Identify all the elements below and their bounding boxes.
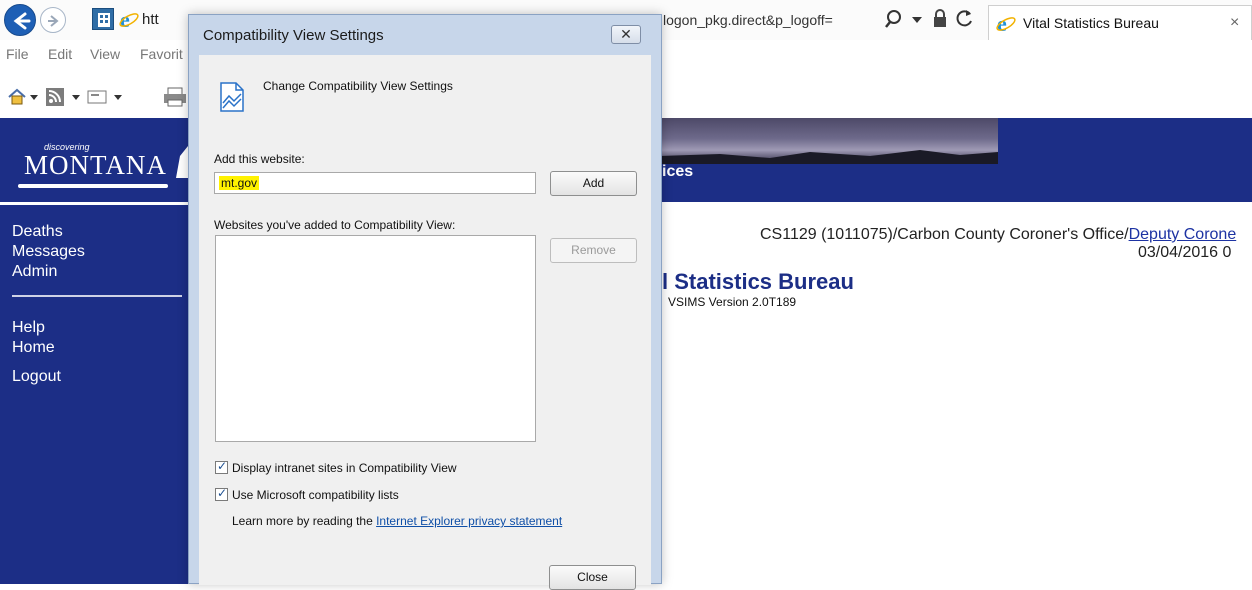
nav-messages[interactable]: Messages (12, 243, 85, 261)
dialog-body: Change Compatibility View Settings Add t… (199, 55, 651, 590)
add-website-value: mt.gov (219, 176, 260, 190)
mail-icon[interactable] (86, 87, 108, 107)
menu-file[interactable]: File (6, 46, 29, 62)
menu-favorites[interactable]: Favorit (140, 46, 183, 62)
version-text: VSIMS Version 2.0T189 (668, 295, 797, 309)
page-title: l Statistics Bureau (662, 269, 854, 294)
menu-edit[interactable]: Edit (48, 46, 72, 62)
print-icon[interactable] (162, 86, 188, 108)
ms-lists-checkbox[interactable]: ✓ (215, 486, 228, 501)
intranet-checkbox-label[interactable]: Display intranet sites in Compatibility … (232, 461, 457, 475)
feeds-dropdown-icon[interactable] (72, 95, 80, 100)
menu-view[interactable]: View (90, 46, 120, 62)
lock-icon[interactable] (932, 8, 948, 28)
logo-wordmark: MONTANA (24, 150, 167, 180)
learn-more-text: Learn more by reading the (232, 514, 377, 528)
home-dropdown-icon[interactable] (30, 95, 38, 100)
close-button[interactable]: Close (549, 565, 636, 590)
browser-tab[interactable]: e Vital Statistics Bureau × (988, 5, 1252, 40)
user-info-prefix: CS1129 (1011075)/Carbon County Coroner's… (760, 226, 1129, 243)
dialog-close-icon[interactable]: ✕ (611, 25, 641, 44)
nav-divider (12, 295, 182, 297)
add-button[interactable]: Add (550, 171, 637, 196)
nav-deaths[interactable]: Deaths (12, 223, 63, 241)
remove-button[interactable]: Remove (550, 238, 637, 263)
ie-tab-icon: e (996, 12, 1016, 34)
compatibility-page-icon (220, 82, 244, 112)
command-bar (0, 82, 200, 112)
nav-logout[interactable]: Logout (12, 368, 61, 386)
add-website-input[interactable]: mt.gov (214, 172, 536, 194)
home-icon[interactable] (6, 86, 28, 108)
montana-logo[interactable]: discovering MONTANA (8, 128, 200, 190)
websites-list[interactable] (215, 235, 536, 442)
mail-dropdown-icon[interactable] (114, 95, 122, 100)
privacy-statement-link[interactable]: Internet Explorer privacy statement (376, 514, 562, 528)
back-arrow-icon (13, 12, 31, 30)
search-dropdown-icon[interactable] (912, 17, 922, 23)
header-service-text: ices (662, 163, 694, 180)
url-text-left[interactable]: htt (142, 11, 159, 28)
dialog-titlebar[interactable]: Compatibility View Settings ✕ (189, 15, 661, 55)
ie-logo-icon: e (119, 8, 139, 30)
privacy-learn-more: Learn more by reading the Internet Explo… (232, 514, 562, 528)
url-text-right[interactable]: logon_pkg.direct&p_logoff= (663, 12, 833, 28)
sidebar-nav: Deaths Messages Admin Help Home Logout (0, 202, 197, 584)
nav-help[interactable]: Help (12, 319, 45, 337)
tab-title: Vital Statistics Bureau (1023, 15, 1159, 31)
feeds-icon[interactable] (44, 86, 66, 108)
session-date: 03/04/2016 0 (1138, 244, 1232, 261)
site-favicon-icon (92, 8, 114, 30)
header-hills-image (660, 150, 998, 164)
nav-admin[interactable]: Admin (12, 263, 57, 281)
back-button[interactable] (4, 4, 36, 36)
logo-underline (18, 184, 168, 188)
forward-arrow-icon (48, 15, 59, 27)
nav-home[interactable]: Home (12, 339, 55, 357)
intranet-checkbox[interactable]: ✓ (215, 459, 228, 474)
search-icon[interactable] (884, 8, 906, 30)
refresh-icon[interactable] (955, 8, 975, 28)
checkmark-icon: ✓ (217, 459, 228, 473)
add-website-label: Add this website: (214, 152, 305, 166)
compatibility-view-dialog: Compatibility View Settings ✕ Change Com… (188, 14, 662, 590)
svg-text:e: e (120, 8, 130, 30)
forward-button[interactable] (40, 7, 66, 33)
ms-lists-checkbox-label[interactable]: Use Microsoft compatibility lists (232, 488, 399, 502)
dialog-title: Compatibility View Settings (203, 27, 384, 44)
user-role-link[interactable]: Deputy Corone (1129, 226, 1237, 243)
tab-close-icon[interactable]: × (1230, 14, 1239, 32)
user-info: CS1129 (1011075)/Carbon County Coroner's… (760, 226, 1236, 244)
dialog-heading: Change Compatibility View Settings (263, 79, 453, 93)
checkmark-icon: ✓ (217, 486, 228, 500)
websites-list-label: Websites you've added to Compatibility V… (214, 218, 456, 232)
svg-text:e: e (997, 12, 1007, 34)
